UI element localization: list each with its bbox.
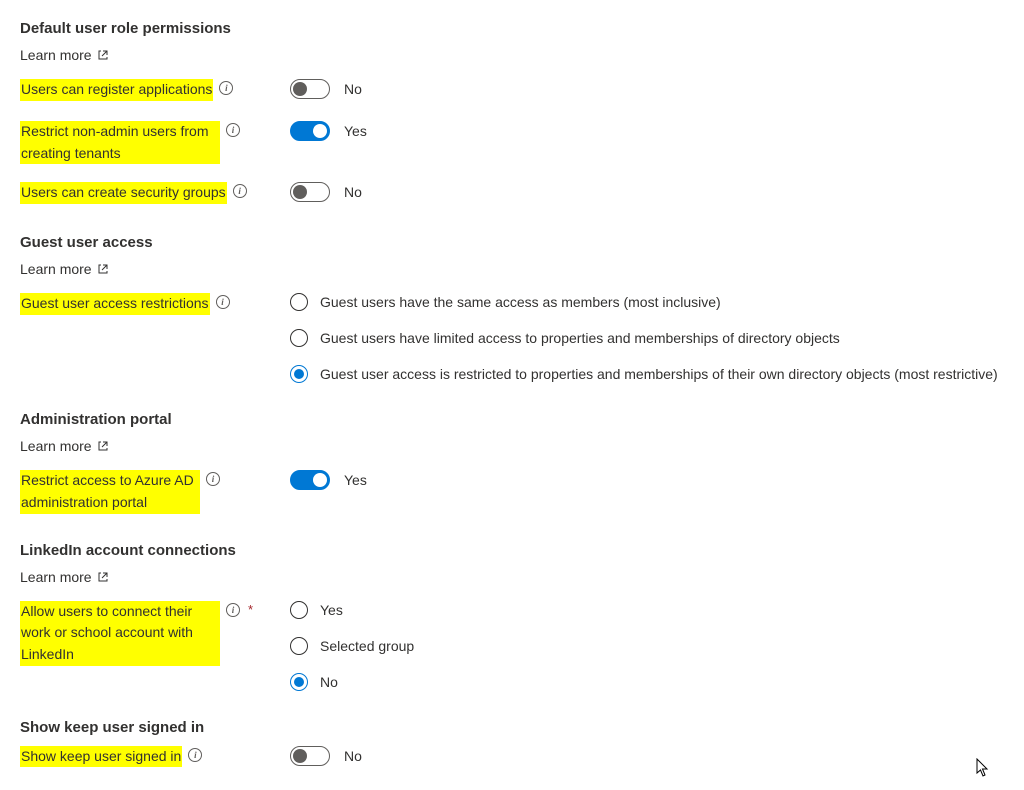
setting-label: Users can create security groups [20,182,227,204]
setting-row-restrict-portal: Restrict access to Azure AD administrati… [20,470,1004,513]
radio-option-linkedin-0[interactable]: Yes [290,601,414,619]
learn-more-label: Learn more [20,569,92,585]
toggle-value: No [344,184,362,200]
toggle-value: Yes [344,472,367,488]
toggle-security-groups[interactable] [290,182,330,202]
required-indicator: * [248,602,253,617]
radio-input[interactable] [290,365,308,383]
setting-label: Users can register applications [20,79,213,101]
external-link-icon [97,263,109,275]
external-link-icon [97,571,109,583]
radio-input[interactable] [290,637,308,655]
setting-label: Restrict non-admin users from creating t… [20,121,220,164]
setting-row-keep-signed-in: Show keep user signed in i No [20,746,1004,770]
setting-label: Guest user access restrictions [20,293,210,315]
section-default-user-role: Default user role permissions Learn more… [20,20,1004,206]
toggle-value: No [344,81,362,97]
section-admin-portal: Administration portal Learn more Restric… [20,411,1004,513]
toggle-keep-signed-in[interactable] [290,746,330,766]
section-title: Guest user access [20,234,1004,251]
setting-label: Show keep user signed in [20,746,182,768]
info-icon[interactable]: i [188,748,202,762]
learn-more-link[interactable]: Learn more [20,438,109,454]
radio-label: Selected group [320,638,414,654]
setting-row-linkedin: Allow users to connect their work or sch… [20,601,1004,691]
learn-more-link[interactable]: Learn more [20,47,109,63]
radio-label: Yes [320,602,343,618]
radio-option-linkedin-1[interactable]: Selected group [290,637,414,655]
toggle-restrict-tenants[interactable] [290,121,330,141]
radio-option-guest-2[interactable]: Guest user access is restricted to prope… [290,365,998,383]
radio-label: Guest user access is restricted to prope… [320,366,998,382]
radio-option-guest-0[interactable]: Guest users have the same access as memb… [290,293,998,311]
section-title: Show keep user signed in [20,719,1004,736]
info-icon[interactable]: i [226,123,240,137]
setting-label: Restrict access to Azure AD administrati… [20,470,200,513]
external-link-icon [97,49,109,61]
learn-more-label: Learn more [20,438,92,454]
setting-row-guest-restrictions: Guest user access restrictions i Guest u… [20,293,1004,383]
learn-more-link[interactable]: Learn more [20,569,109,585]
learn-more-label: Learn more [20,47,92,63]
radio-label: Guest users have limited access to prope… [320,330,840,346]
section-keep-signed-in: Show keep user signed in Show keep user … [20,719,1004,770]
section-title: Administration portal [20,411,1004,428]
external-link-icon [97,440,109,452]
info-icon[interactable]: i [219,81,233,95]
radio-input[interactable] [290,673,308,691]
toggle-value: No [344,748,362,764]
radio-option-linkedin-2[interactable]: No [290,673,414,691]
setting-label: Allow users to connect their work or sch… [20,601,220,666]
radio-input[interactable] [290,601,308,619]
radio-option-guest-1[interactable]: Guest users have limited access to prope… [290,329,998,347]
toggle-register-apps[interactable] [290,79,330,99]
toggle-restrict-portal[interactable] [290,470,330,490]
setting-row-security-groups: Users can create security groups i No [20,182,1004,206]
radio-input[interactable] [290,329,308,347]
section-title: LinkedIn account connections [20,542,1004,559]
radio-input[interactable] [290,293,308,311]
info-icon[interactable]: i [206,472,220,486]
setting-row-restrict-tenants: Restrict non-admin users from creating t… [20,121,1004,164]
cursor-icon [976,758,990,778]
radio-label: Guest users have the same access as memb… [320,294,721,310]
toggle-value: Yes [344,123,367,139]
radio-label: No [320,674,338,690]
learn-more-link[interactable]: Learn more [20,261,109,277]
section-title: Default user role permissions [20,20,1004,37]
info-icon[interactable]: i [226,603,240,617]
section-linkedin: LinkedIn account connections Learn more … [20,542,1004,691]
section-guest-access: Guest user access Learn more Guest user … [20,234,1004,383]
info-icon[interactable]: i [216,295,230,309]
setting-row-register-apps: Users can register applications i No [20,79,1004,103]
learn-more-label: Learn more [20,261,92,277]
info-icon[interactable]: i [233,184,247,198]
